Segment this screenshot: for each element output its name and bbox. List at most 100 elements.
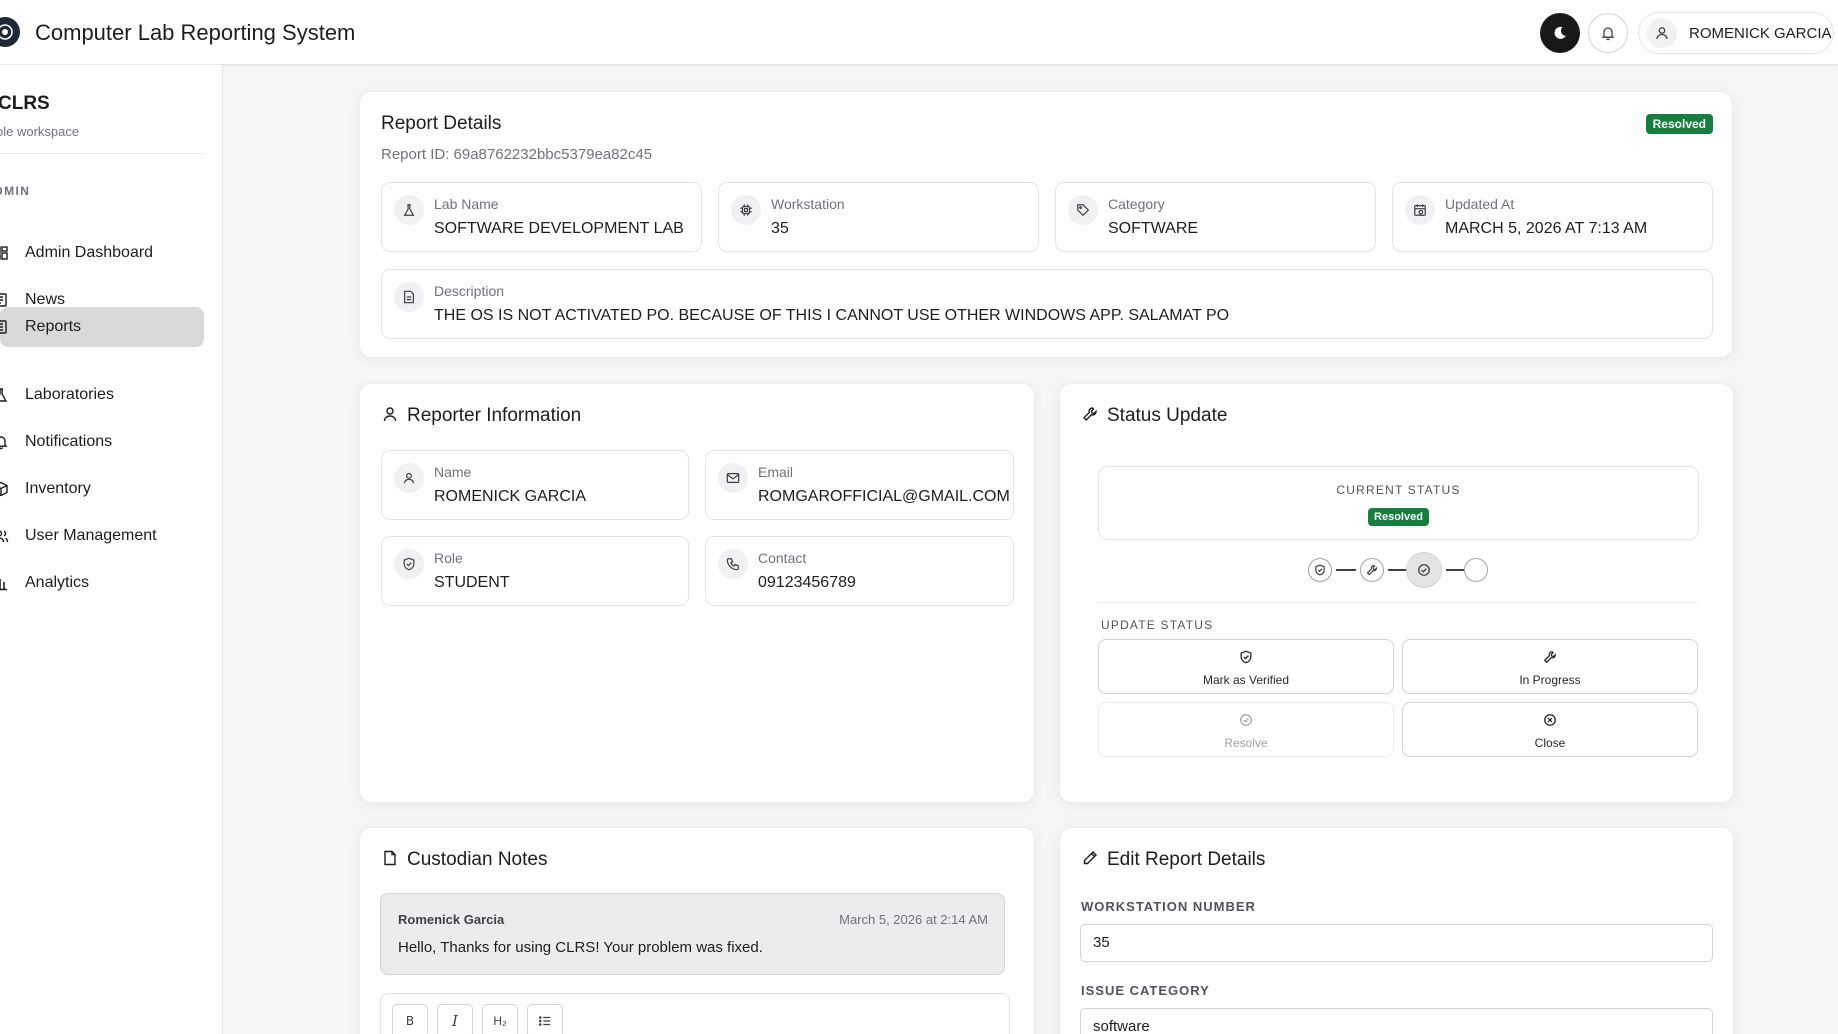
bar-chart-icon: [0, 579, 7, 591]
in-progress-button[interactable]: In Progress: [1402, 639, 1698, 694]
note-item: Romenick Garcia March 5, 2026 at 2:14 AM…: [380, 893, 1005, 975]
field-label: Email: [758, 464, 794, 480]
field-value: ROMGAROFFICIAL@GMAIL.COM: [758, 488, 1010, 505]
users-icon: [0, 530, 9, 543]
sidebar-item-analytics[interactable]: Analytics: [0, 563, 204, 603]
workstation-number-input[interactable]: 35: [1080, 924, 1713, 962]
divider: [1098, 602, 1699, 603]
step-verified-icon: [1308, 558, 1332, 582]
flask-icon: [394, 195, 424, 225]
note-icon: [384, 850, 396, 866]
sidebar-app-name: CLRS: [0, 93, 50, 114]
sidebar-item-reports[interactable]: Reports: [0, 307, 204, 347]
cpu-icon: [731, 195, 761, 225]
sidebar-item-admin-dashboard[interactable]: Admin Dashboard: [0, 233, 204, 273]
calendar-icon: [1405, 195, 1435, 225]
description-text: THE OS IS NOT ACTIVATED PO. BECAUSE OF T…: [434, 307, 1230, 324]
app-title: Computer Lab Reporting System: [35, 20, 356, 45]
sidebar-item-label: Analytics: [25, 574, 90, 591]
step-resolved-icon: [1406, 552, 1442, 588]
user-icon: [1656, 27, 1668, 40]
app-logo-icon: [0, 17, 20, 47]
moon-icon: [1554, 26, 1566, 39]
sidebar-item-label: User Management: [25, 527, 157, 544]
current-status-badge: Resolved: [1099, 507, 1698, 526]
field-label: Updated At: [1445, 196, 1515, 212]
field-value: SOFTWARE DEVELOPMENT LAB: [434, 220, 684, 237]
note-author: Romenick Garcia: [398, 912, 505, 927]
sidebar-item-label: Notifications: [25, 433, 113, 450]
step-in-progress-icon: [1360, 558, 1384, 582]
phone-icon: [718, 549, 748, 579]
wrench-icon: [1083, 407, 1097, 421]
dashboard-icon: [0, 246, 8, 260]
field-value: SOFTWARE: [1108, 220, 1199, 237]
issue-category-select[interactable]: software: [1080, 1008, 1713, 1034]
step-closed-icon: [1464, 558, 1488, 582]
button-label: Resolve: [1224, 736, 1268, 750]
user-menu-button[interactable]: ROMENICK GARCIA: [1638, 12, 1834, 54]
bell-icon: [1601, 27, 1615, 41]
mail-icon: [718, 463, 748, 493]
workstation-number-label: WORKSTATION NUMBER: [1081, 899, 1256, 914]
field-label: Workstation: [771, 196, 845, 212]
user-name: ROMENICK GARCIA: [1689, 24, 1832, 42]
sidebar-item-label: Admin Dashboard: [25, 244, 154, 261]
field-label: Description: [434, 283, 505, 299]
field-value: 35: [771, 220, 789, 237]
notifications-button[interactable]: [1588, 13, 1628, 53]
note-editor[interactable]: B I H₂: [380, 993, 1010, 1034]
lab-name-field: Lab Name SOFTWARE DEVELOPMENT LAB: [381, 182, 702, 252]
sidebar-section-label: DMIN: [0, 184, 31, 198]
sidebar-item-user-management[interactable]: User Management: [0, 516, 204, 556]
button-label: Close: [1534, 736, 1566, 750]
flask-icon: [0, 388, 8, 402]
field-value: 09123456789: [758, 574, 856, 591]
step-connector: [1388, 569, 1408, 571]
note-text: Hello, Thanks for using CLRS! Your probl…: [398, 939, 763, 956]
heading-button[interactable]: H₂: [482, 1004, 518, 1034]
shield-icon: [394, 549, 424, 579]
report-details-title: Report Details: [381, 113, 502, 134]
list-button[interactable]: [527, 1004, 563, 1034]
reporter-role-field: Role STUDENT: [381, 536, 689, 606]
sidebar-item-laboratories[interactable]: Laboratories: [0, 375, 204, 415]
status-update-title: Status Update: [1107, 405, 1228, 426]
mark-as-verified-button[interactable]: Mark as Verified: [1098, 639, 1394, 694]
list-icon: [538, 1016, 551, 1026]
sidebar-item-notifications[interactable]: Notifications: [0, 422, 204, 462]
custodian-notes-card: Custodian Notes Romenick Garcia March 5,…: [359, 827, 1035, 1034]
reporter-contact-field: Contact 09123456789: [705, 536, 1014, 606]
report-icon: [0, 320, 7, 334]
current-status-box: CURRENT STATUS Resolved: [1098, 466, 1699, 540]
sidebar-workspace: ole workspace: [0, 124, 80, 139]
field-label: Role: [434, 550, 463, 566]
sidebar-item-label: Inventory: [25, 480, 91, 497]
current-status-label: CURRENT STATUS: [1336, 483, 1461, 497]
theme-toggle-button[interactable]: [1540, 13, 1580, 53]
shield-check-icon: [1240, 650, 1252, 664]
user-icon: [394, 463, 424, 493]
field-label: Lab Name: [434, 196, 499, 212]
update-status-label: UPDATE STATUS: [1101, 618, 1214, 632]
reporter-information-card: Reporter Information Name ROMENICK GARCI…: [359, 383, 1035, 803]
step-connector: [1446, 569, 1466, 571]
sidebar: CLRS ole workspace DMIN Admin Dashboard …: [0, 65, 223, 1034]
resolve-button[interactable]: Resolve: [1098, 702, 1394, 757]
step-connector: [1336, 569, 1356, 571]
italic-button[interactable]: I: [437, 1004, 473, 1034]
sidebar-item-label: Reports: [25, 318, 82, 335]
document-icon: [394, 282, 424, 312]
bold-button[interactable]: B: [392, 1004, 428, 1034]
check-circle-icon: [1240, 714, 1252, 726]
tag-icon: [1068, 195, 1098, 225]
reporter-name-field: Name ROMENICK GARCIA: [381, 450, 689, 520]
sidebar-item-inventory[interactable]: Inventory: [0, 469, 204, 509]
description-field: Description THE OS IS NOT ACTIVATED PO. …: [381, 269, 1713, 339]
field-label: Category: [1108, 196, 1165, 212]
newspaper-icon: [0, 293, 7, 307]
report-id: Report ID: 69a8762232bbc5379ea82c45: [381, 146, 653, 163]
button-label: In Progress: [1519, 673, 1581, 687]
close-button[interactable]: Close: [1402, 702, 1698, 757]
workstation-field: Workstation 35: [718, 182, 1039, 252]
